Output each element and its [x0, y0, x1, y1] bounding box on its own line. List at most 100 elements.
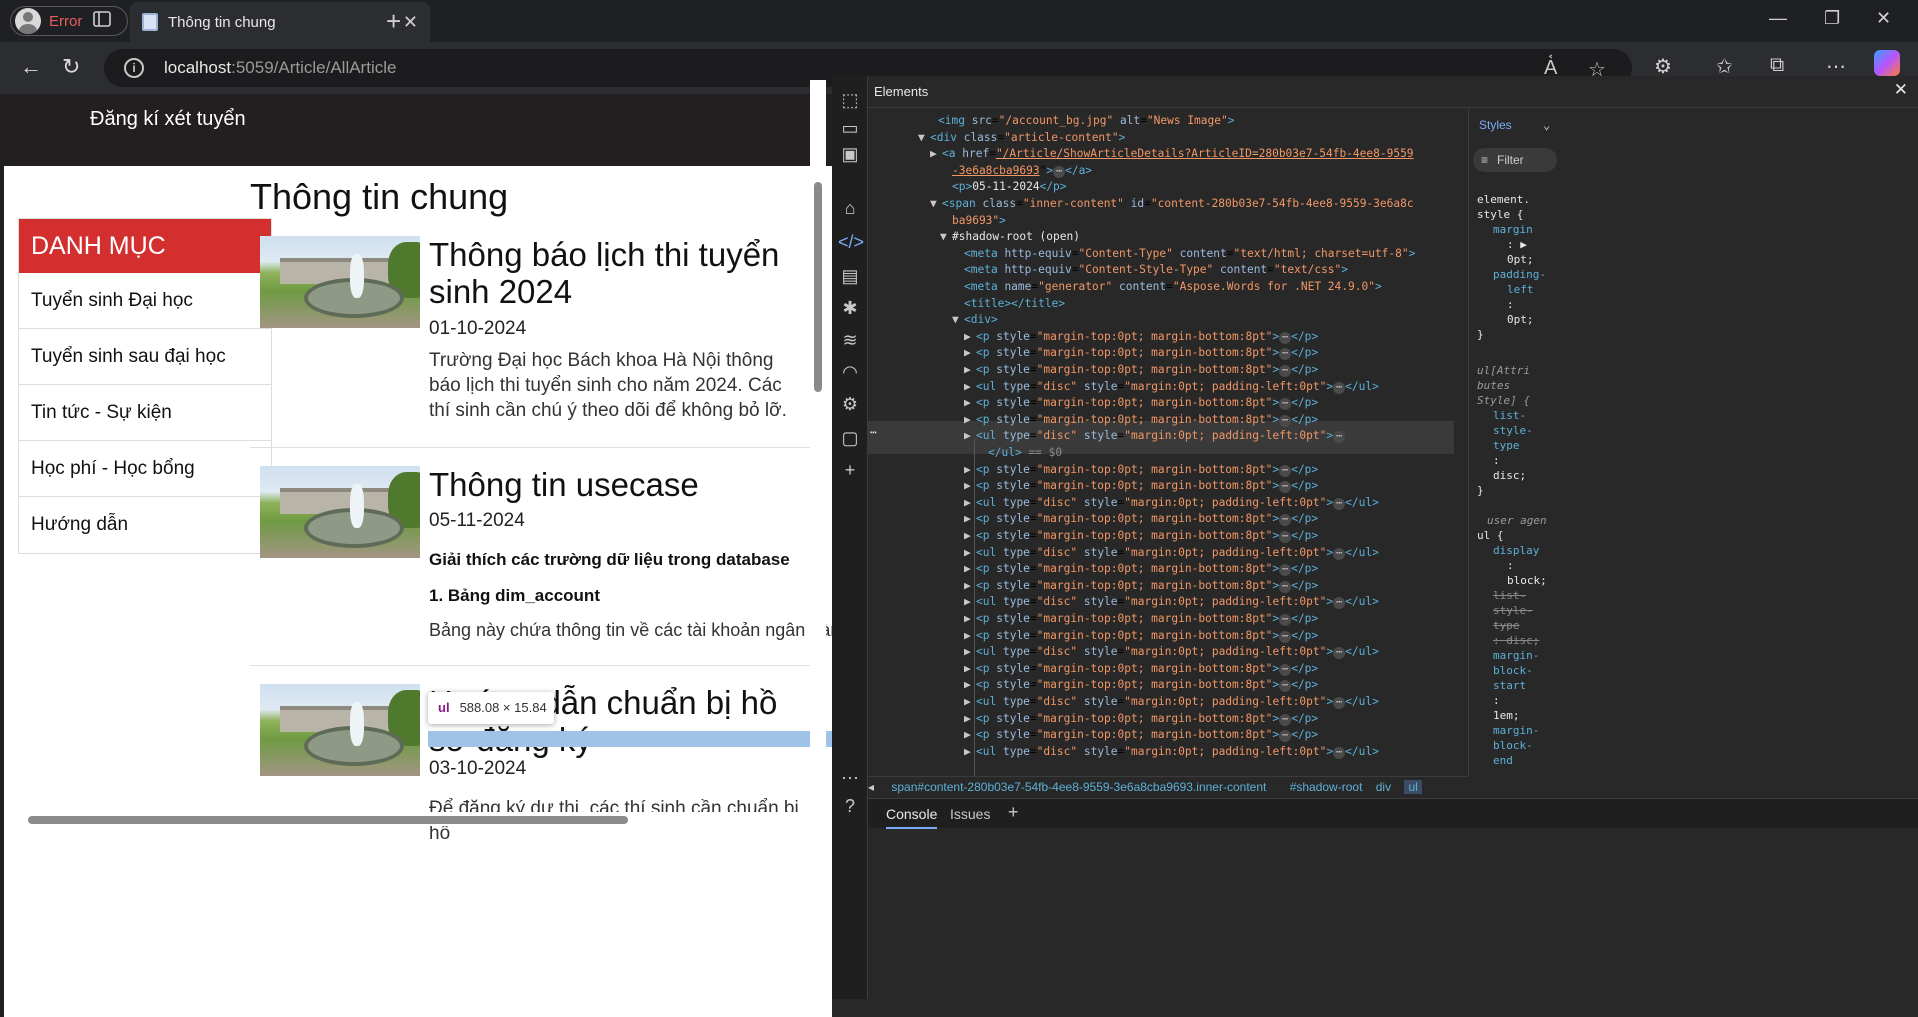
performance-icon[interactable]: ◠: [838, 362, 862, 386]
dom-node-line[interactable]: </ul> == $0: [976, 444, 1062, 461]
dom-node-line[interactable]: <meta http-equiv="Content-Type" content=…: [952, 245, 1415, 262]
inspect-tooltip: ul 588.08 × 15.84: [428, 692, 554, 724]
dom-node-line[interactable]: ▶ <ul type="disc" style="margin:0pt; padd…: [964, 378, 1379, 395]
article-title[interactable]: Thông tin usecase: [429, 466, 799, 503]
refresh-icon[interactable]: ↻: [62, 54, 80, 80]
dom-node-line[interactable]: ▶ <ul type="disc" style="margin:0pt; padd…: [964, 427, 1346, 444]
console-icon[interactable]: ▤: [838, 266, 862, 290]
dom-node-line[interactable]: ▶ <p style="margin-top:0pt; margin-bottom…: [964, 510, 1318, 527]
dom-node-line[interactable]: ▼ #shadow-root (open): [940, 228, 1080, 245]
dom-node-line[interactable]: ba9693">: [940, 212, 1006, 229]
dom-node-line[interactable]: ▶ <p style="margin-top:0pt; margin-bottom…: [964, 394, 1318, 411]
application-icon[interactable]: ▢: [838, 428, 862, 452]
network-icon[interactable]: ≋: [838, 330, 862, 354]
article-card: Thông tin usecase 05-11-2024 Giải thích …: [250, 466, 850, 666]
crumb-left-arrow-icon[interactable]: ◂: [868, 780, 874, 794]
page-vertical-scrollbar[interactable]: [810, 80, 826, 810]
dom-node-line[interactable]: ▶ <p style="margin-top:0pt; margin-bottom…: [964, 344, 1318, 361]
article-description: Bảng này chứa thông tin về các tài khoản…: [429, 620, 851, 640]
tab-active[interactable]: Thông tin chung ✕: [130, 2, 430, 42]
inspect-icon[interactable]: ⬚: [838, 90, 862, 114]
breadcrumb-item[interactable]: ul: [1404, 780, 1422, 794]
dom-node-line[interactable]: ▶ <p style="margin-top:0pt; margin-bottom…: [964, 461, 1318, 478]
article-description: Trường Đại học Bách khoa Hà Nội thông bá…: [429, 350, 787, 421]
sidebar-item[interactable]: Hướng dẫn: [19, 497, 271, 553]
dom-node-line[interactable]: ▼ <div>: [952, 311, 998, 328]
article-date: 03-10-2024: [429, 758, 527, 779]
memory-icon[interactable]: ⚙: [838, 394, 862, 418]
dom-node-line[interactable]: ▶ <p style="margin-top:0pt; margin-bottom…: [964, 676, 1318, 693]
dom-node-line[interactable]: <meta http-equiv="Content-Style-Type" co…: [952, 261, 1348, 278]
page-horizontal-scrollbar[interactable]: [4, 812, 826, 826]
sidebar-item[interactable]: Tuyển sinh sau đại học: [19, 329, 271, 385]
dom-node-line[interactable]: ▶ <ul type="disc" style="margin:0pt; padd…: [964, 544, 1379, 561]
devtools-close-icon[interactable]: ✕: [1894, 80, 1908, 100]
register-link[interactable]: Đăng kí xét tuyển: [90, 108, 246, 131]
dom-node-line[interactable]: ▶ <p style="margin-top:0pt; margin-bottom…: [964, 577, 1318, 594]
dom-node-line[interactable]: ▶ <p style="margin-top:0pt; margin-bottom…: [964, 710, 1318, 727]
collections-icon[interactable]: ⧉: [1770, 54, 1784, 77]
article-thumbnail[interactable]: [260, 466, 420, 558]
maximize-icon[interactable]: ❐: [1824, 8, 1840, 29]
dom-node-line[interactable]: ▶ <p style="margin-top:0pt; margin-bottom…: [964, 361, 1318, 378]
more-options-icon[interactable]: ⋯: [838, 768, 862, 792]
dom-node-line[interactable]: ▶ <a href="/Article/ShowArticleDetails?Ar…: [930, 145, 1414, 162]
dom-node-line[interactable]: ▶ <ul type="disc" style="margin:0pt; padd…: [964, 593, 1379, 610]
article-title[interactable]: Thông báo lịch thi tuyển sinh 2024: [429, 236, 799, 310]
elements-icon[interactable]: </>: [838, 232, 864, 256]
breadcrumb-item[interactable]: div: [1376, 780, 1391, 794]
article-thumbnail[interactable]: [260, 684, 420, 776]
site-info-icon[interactable]: i: [124, 58, 144, 78]
dom-node-line[interactable]: ▶ <ul type="disc" style="margin:0pt; padd…: [964, 494, 1379, 511]
url-text[interactable]: localhost:5059/Article/AllArticle: [164, 58, 396, 78]
dom-node-line[interactable]: ▶ <ul type="disc" style="margin:0pt; padd…: [964, 643, 1379, 660]
dom-node-line[interactable]: ▶ <p style="margin-top:0pt; margin-bottom…: [964, 527, 1318, 544]
dom-node-line[interactable]: ▶ <p style="margin-top:0pt; margin-bottom…: [964, 660, 1318, 677]
node-actions-icon[interactable]: ⋯: [870, 424, 877, 441]
dom-node-line[interactable]: ▶ <p style="margin-top:0pt; margin-bottom…: [964, 560, 1318, 577]
window-close-icon[interactable]: ✕: [1876, 8, 1891, 29]
styles-tab[interactable]: Styles: [1479, 118, 1512, 132]
styles-filter[interactable]: ≡ Filter: [1473, 148, 1557, 172]
category-sidebar: DANH MỤC Tuyển sinh Đại học Tuyển sinh s…: [18, 218, 272, 554]
breadcrumb-item[interactable]: span#content-280b03e7-54fb-4ee8-9559-3e6…: [891, 780, 1276, 794]
dom-node-line[interactable]: ▶ <p style="margin-top:0pt; margin-bottom…: [964, 477, 1318, 494]
add-drawer-tab-icon[interactable]: +: [1008, 802, 1019, 823]
dom-node-line[interactable]: ▼ <div class="article-content">: [918, 129, 1125, 146]
more-tools-add-icon[interactable]: +: [838, 460, 862, 484]
dom-node-line[interactable]: <meta name="generator" content="Aspose.W…: [952, 278, 1382, 295]
dom-node-line[interactable]: <title></title>: [952, 295, 1065, 312]
style-rule-attributes: ul[Attri butes Style] { list- style- type …: [1477, 364, 1533, 497]
dom-node-line[interactable]: ▶ <ul type="disc" style="margin:0pt; padd…: [964, 693, 1379, 710]
article-date: 01-10-2024: [429, 318, 527, 339]
dom-node-line[interactable]: <p>05-11-2024</p>: [940, 178, 1067, 195]
article-thumbnail[interactable]: [260, 236, 420, 328]
copilot-icon[interactable]: [1874, 50, 1900, 76]
tab-console[interactable]: Console: [886, 806, 938, 829]
sidebar-item[interactable]: Tin tức - Sự kiện: [19, 385, 271, 441]
close-tab-icon[interactable]: ✕: [403, 12, 418, 33]
help-icon[interactable]: ?: [838, 796, 862, 820]
breadcrumb-item[interactable]: #shadow-root: [1290, 780, 1363, 794]
back-icon[interactable]: ←: [20, 54, 42, 80]
welcome-icon[interactable]: ⌂: [838, 198, 862, 222]
dom-node-line[interactable]: ▶ <p style="margin-top:0pt; margin-bottom…: [964, 411, 1318, 428]
tab-issues[interactable]: Issues: [950, 806, 990, 822]
sidebar-item[interactable]: Tuyển sinh Đại học: [19, 273, 271, 329]
dom-node-line[interactable]: ▶ <p style="margin-top:0pt; margin-bottom…: [964, 328, 1318, 345]
sidebar-item[interactable]: Học phí - Học bổng: [19, 441, 271, 497]
dom-node-line[interactable]: ▼ <span class="inner-content" id="content…: [930, 195, 1414, 212]
sources-icon[interactable]: ✱: [838, 298, 862, 322]
new-tab-icon[interactable]: +: [386, 6, 401, 37]
tab-actions-icon[interactable]: [92, 9, 114, 31]
dom-node-line[interactable]: ▶ <p style="margin-top:0pt; margin-bottom…: [964, 726, 1318, 743]
dom-node-line[interactable]: ▶ <p style="margin-top:0pt; margin-bottom…: [964, 610, 1318, 627]
dom-node-line[interactable]: -3e6a8cba9693"> ⋯ </a>: [940, 162, 1092, 179]
chevron-down-icon[interactable]: ⌄: [1543, 118, 1550, 132]
dom-node-line[interactable]: ▶ <ul type="disc" style="margin:0pt; padd…: [964, 743, 1379, 760]
dom-node-line[interactable]: ▶ <p style="margin-top:0pt; margin-bottom…: [964, 627, 1318, 644]
minimize-icon[interactable]: —: [1769, 8, 1787, 29]
device-toolbar-icon[interactable]: ▭: [838, 118, 862, 142]
dom-node-line[interactable]: <img src="/account_bg.jpg" alt="News Ima…: [926, 112, 1234, 129]
dock-icon[interactable]: ▣: [838, 144, 862, 168]
